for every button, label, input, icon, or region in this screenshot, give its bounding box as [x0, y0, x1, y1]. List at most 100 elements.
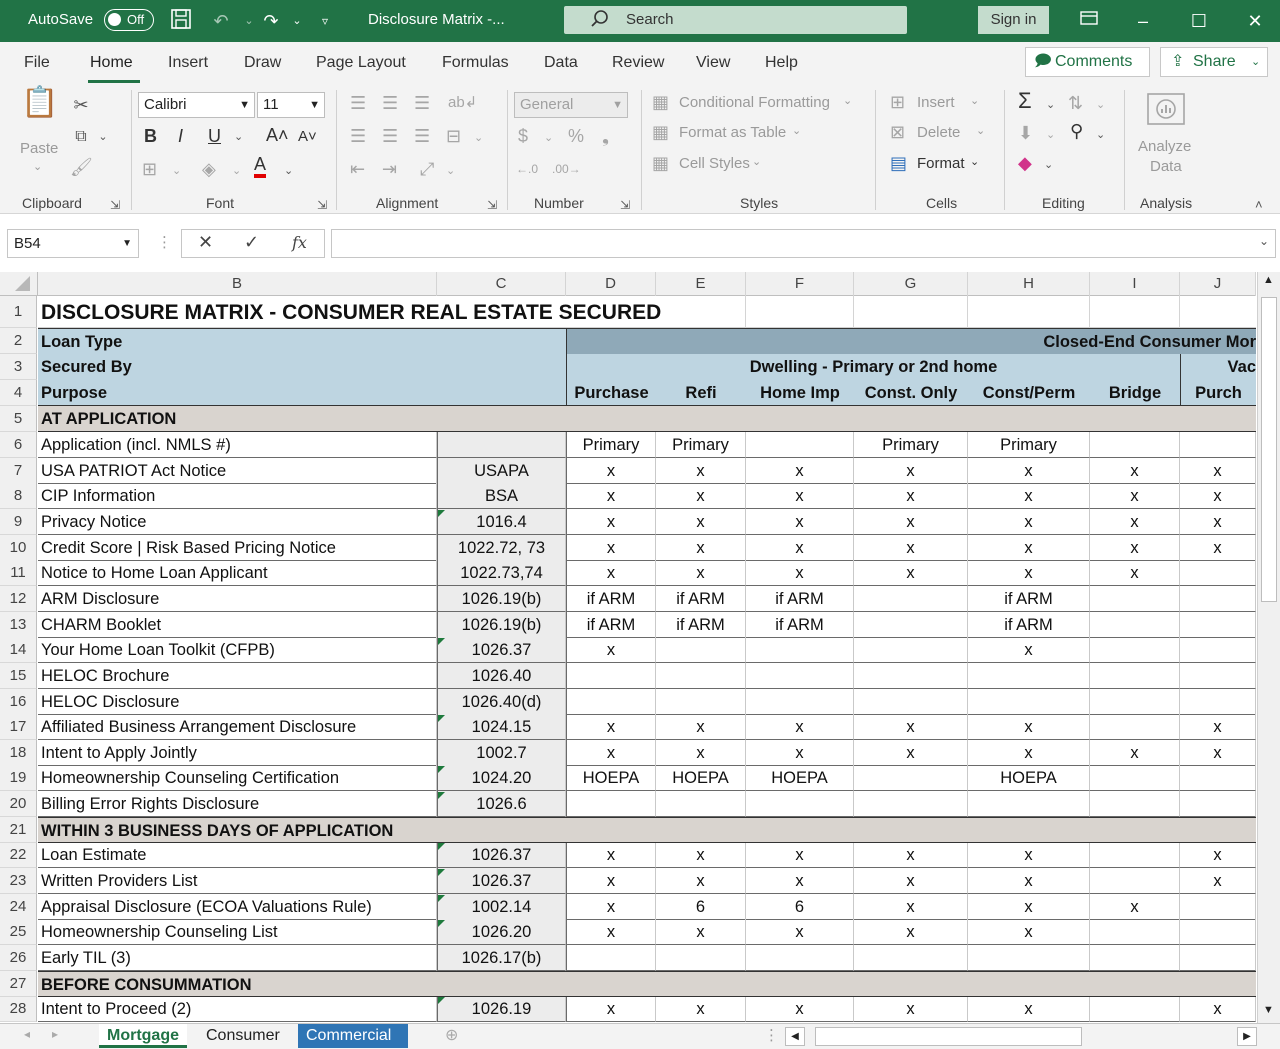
- matrix-cell[interactable]: Primary: [566, 432, 656, 458]
- prev-sheet-icon[interactable]: ◂: [24, 1027, 30, 1041]
- analyze-data-line2[interactable]: Data: [1150, 158, 1182, 175]
- matrix-cell[interactable]: x: [968, 740, 1090, 766]
- redo-dropdown-icon[interactable]: ⌄: [284, 8, 310, 34]
- share-button[interactable]: ⇪ Share ⌄: [1160, 47, 1268, 77]
- section-before-consummation[interactable]: BEFORE CONSUMMATION: [38, 971, 1256, 997]
- row-header[interactable]: 13: [0, 612, 37, 638]
- matrix-cell[interactable]: if ARM: [746, 612, 854, 638]
- decrease-decimal-icon[interactable]: .00→: [552, 158, 581, 180]
- save-icon[interactable]: [168, 8, 194, 34]
- font-name-select[interactable]: Calibri ▼: [138, 92, 255, 118]
- tab-page-layout[interactable]: Page Layout: [316, 54, 406, 72]
- matrix-cell[interactable]: x: [566, 637, 656, 663]
- matrix-cell[interactable]: x: [746, 560, 854, 586]
- regulation-cell[interactable]: 1022.72, 73: [437, 535, 566, 561]
- paste-label[interactable]: Paste: [20, 140, 58, 157]
- scroll-left-icon[interactable]: ◀: [785, 1027, 805, 1046]
- matrix-cell[interactable]: [656, 689, 746, 715]
- wrap-text-icon[interactable]: ab↲: [448, 92, 477, 114]
- matrix-cell[interactable]: x: [854, 483, 968, 509]
- copy-icon[interactable]: ⧉: [70, 126, 92, 148]
- matrix-cell[interactable]: [1180, 919, 1256, 945]
- matrix-cell[interactable]: [656, 945, 746, 971]
- matrix-cell[interactable]: x: [566, 868, 656, 894]
- delete-dropdown-icon[interactable]: ⌄: [976, 124, 985, 137]
- matrix-cell[interactable]: x: [746, 868, 854, 894]
- section-at-application[interactable]: AT APPLICATION: [38, 406, 1256, 432]
- matrix-cell[interactable]: x: [968, 535, 1090, 561]
- matrix-cell[interactable]: x: [566, 509, 656, 535]
- matrix-cell[interactable]: [1180, 560, 1256, 586]
- matrix-cell[interactable]: [1090, 586, 1180, 612]
- regulation-cell[interactable]: 1026.19(b): [437, 586, 566, 612]
- matrix-cell[interactable]: x: [566, 842, 656, 868]
- matrix-cell[interactable]: Primary: [968, 432, 1090, 458]
- tab-review[interactable]: Review: [612, 54, 664, 72]
- fill-color-icon[interactable]: ◈: [202, 158, 216, 180]
- purpose-bridge[interactable]: Bridge: [1090, 380, 1180, 406]
- row-header[interactable]: 28: [0, 996, 37, 1022]
- merge-center-icon[interactable]: ⊟: [446, 125, 461, 147]
- matrix-cell[interactable]: 6: [746, 894, 854, 920]
- comments-button[interactable]: 🗩 Comments: [1025, 47, 1150, 77]
- search-box[interactable]: Search: [564, 6, 907, 34]
- align-center-icon[interactable]: ☰: [382, 125, 398, 147]
- format-as-table-button[interactable]: Format as Table: [679, 124, 786, 141]
- matrix-cell[interactable]: x: [1180, 483, 1256, 509]
- matrix-cell[interactable]: x: [1180, 740, 1256, 766]
- tab-home[interactable]: Home: [90, 54, 133, 72]
- row-header[interactable]: 19: [0, 765, 37, 791]
- insert-function-icon[interactable]: fx: [292, 233, 307, 252]
- percent-icon[interactable]: %: [568, 125, 584, 147]
- row-header[interactable]: 21: [0, 817, 37, 843]
- matrix-cell[interactable]: x: [854, 740, 968, 766]
- matrix-cell[interactable]: [746, 432, 854, 458]
- maximize-icon[interactable]: ☐: [1186, 8, 1212, 34]
- expand-formula-icon[interactable]: ⌄: [1259, 234, 1269, 248]
- matrix-cell[interactable]: x: [566, 458, 656, 484]
- matrix-cell[interactable]: [1090, 945, 1180, 971]
- disclosure-name-cell[interactable]: CIP Information: [38, 483, 437, 509]
- scroll-down-icon[interactable]: ▼: [1263, 1004, 1274, 1016]
- matrix-cell[interactable]: x: [968, 714, 1090, 740]
- merge-dropdown-icon[interactable]: ⌄: [474, 127, 483, 149]
- undo-icon[interactable]: ↶: [208, 8, 234, 34]
- matrix-cell[interactable]: [968, 945, 1090, 971]
- matrix-cell[interactable]: [854, 791, 968, 817]
- matrix-cell[interactable]: x: [566, 894, 656, 920]
- matrix-cell[interactable]: x: [566, 740, 656, 766]
- sheet-tab-consumer[interactable]: Consumer: [198, 1024, 288, 1048]
- matrix-cell[interactable]: x: [1090, 535, 1180, 561]
- row-header[interactable]: 14: [0, 637, 37, 663]
- matrix-cell[interactable]: x: [1090, 560, 1180, 586]
- matrix-cell[interactable]: [854, 663, 968, 689]
- tab-file[interactable]: File: [24, 54, 50, 72]
- matrix-cell[interactable]: [968, 663, 1090, 689]
- align-left-icon[interactable]: ☰: [350, 125, 366, 147]
- format-painter-icon[interactable]: 🖌: [70, 156, 93, 178]
- matrix-cell[interactable]: x: [968, 842, 1090, 868]
- column-header-b[interactable]: B: [38, 272, 437, 296]
- matrix-cell[interactable]: x: [656, 919, 746, 945]
- regulation-cell[interactable]: 1026.40(d): [437, 689, 566, 715]
- matrix-cell[interactable]: x: [656, 483, 746, 509]
- vertical-scroll-thumb[interactable]: [1261, 297, 1277, 602]
- purpose-purchase[interactable]: Purchase: [566, 380, 656, 406]
- increase-indent-icon[interactable]: ⇥: [382, 158, 397, 180]
- matrix-cell[interactable]: [854, 945, 968, 971]
- regulation-cell[interactable]: 1026.37: [437, 637, 566, 663]
- increase-font-icon[interactable]: A˄: [266, 124, 289, 146]
- matrix-cell[interactable]: [1090, 689, 1180, 715]
- column-header-d[interactable]: D: [566, 272, 656, 296]
- matrix-cell[interactable]: x: [746, 535, 854, 561]
- matrix-cell[interactable]: [1090, 765, 1180, 791]
- delete-cells-button[interactable]: Delete: [917, 124, 960, 141]
- sheet-title[interactable]: DISCLOSURE MATRIX - CONSUMER REAL ESTATE…: [38, 296, 1256, 328]
- matrix-cell[interactable]: [656, 663, 746, 689]
- matrix-cell[interactable]: x: [566, 560, 656, 586]
- spreadsheet-grid[interactable]: 1 DISCLOSURE MATRIX - CONSUMER REAL ESTA…: [0, 296, 1256, 1023]
- regulation-cell[interactable]: BSA: [437, 483, 566, 509]
- matrix-cell[interactable]: x: [854, 868, 968, 894]
- row-header[interactable]: 5: [0, 406, 37, 432]
- sheet-tab-commercial[interactable]: Commercial: [298, 1024, 408, 1048]
